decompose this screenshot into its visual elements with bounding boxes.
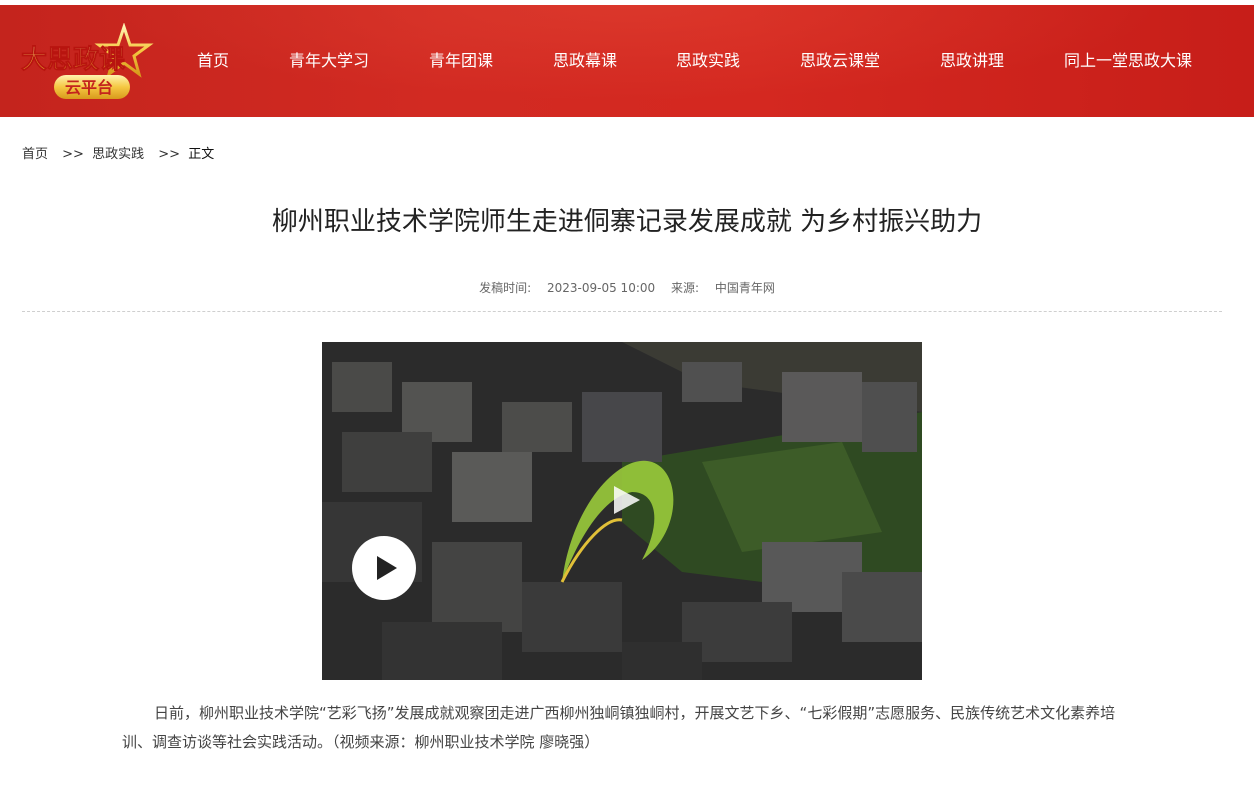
breadcrumb-current: 正文 [188, 147, 215, 162]
play-button[interactable] [352, 536, 416, 600]
nav-item-home[interactable]: 首页 [197, 49, 229, 73]
video-thumbnail [322, 342, 922, 680]
article-title: 柳州职业技术学院师生走进侗寨记录发展成就 为乡村振兴助力 [271, 207, 983, 237]
nav-item-youth-league-class[interactable]: 青年团课 [429, 49, 493, 73]
nav-item-mooc[interactable]: 思政幕课 [553, 49, 617, 73]
video-player[interactable] [322, 342, 922, 680]
main-nav: 首页 青年大学习 青年团课 思政幕课 思政实践 思政云课堂 思政讲理 同上一堂思… [0, 5, 1254, 117]
breadcrumb: 首页 >> 思政实践 >> 正文 [22, 143, 220, 162]
nav-item-cloud-class[interactable]: 思政云课堂 [800, 49, 880, 73]
nav-item-big-class[interactable]: 同上一堂思政大课 [1064, 49, 1192, 73]
breadcrumb-section[interactable]: 思政实践 [92, 147, 144, 162]
publish-time-label: 发稿时间: [479, 281, 532, 295]
nav-item-practice[interactable]: 思政实践 [676, 49, 740, 73]
breadcrumb-separator: >> [158, 147, 181, 162]
article-meta: 发稿时间: 2023-09-05 10:00 来源: 中国青年网 [0, 279, 1254, 296]
divider [22, 311, 1222, 312]
article-paragraph: 日前，柳州职业技术学院“艺彩飞扬”发展成就观察团走进广西柳州独峒镇独峒村，开展文… [122, 704, 1116, 751]
source-value: 中国青年网 [714, 281, 775, 295]
site-header: 大思政课 云平台 首页 青年大学习 青年团课 思政幕课 思政实践 思政云课堂 思… [0, 5, 1254, 117]
publish-time-value: 2023-09-05 10:00 [547, 281, 656, 295]
nav-item-youth-study[interactable]: 青年大学习 [289, 49, 369, 73]
source-label: 来源: [670, 281, 700, 295]
breadcrumb-home[interactable]: 首页 [22, 147, 48, 162]
nav-item-lecture[interactable]: 思政讲理 [940, 49, 1004, 73]
breadcrumb-separator: >> [62, 147, 84, 162]
